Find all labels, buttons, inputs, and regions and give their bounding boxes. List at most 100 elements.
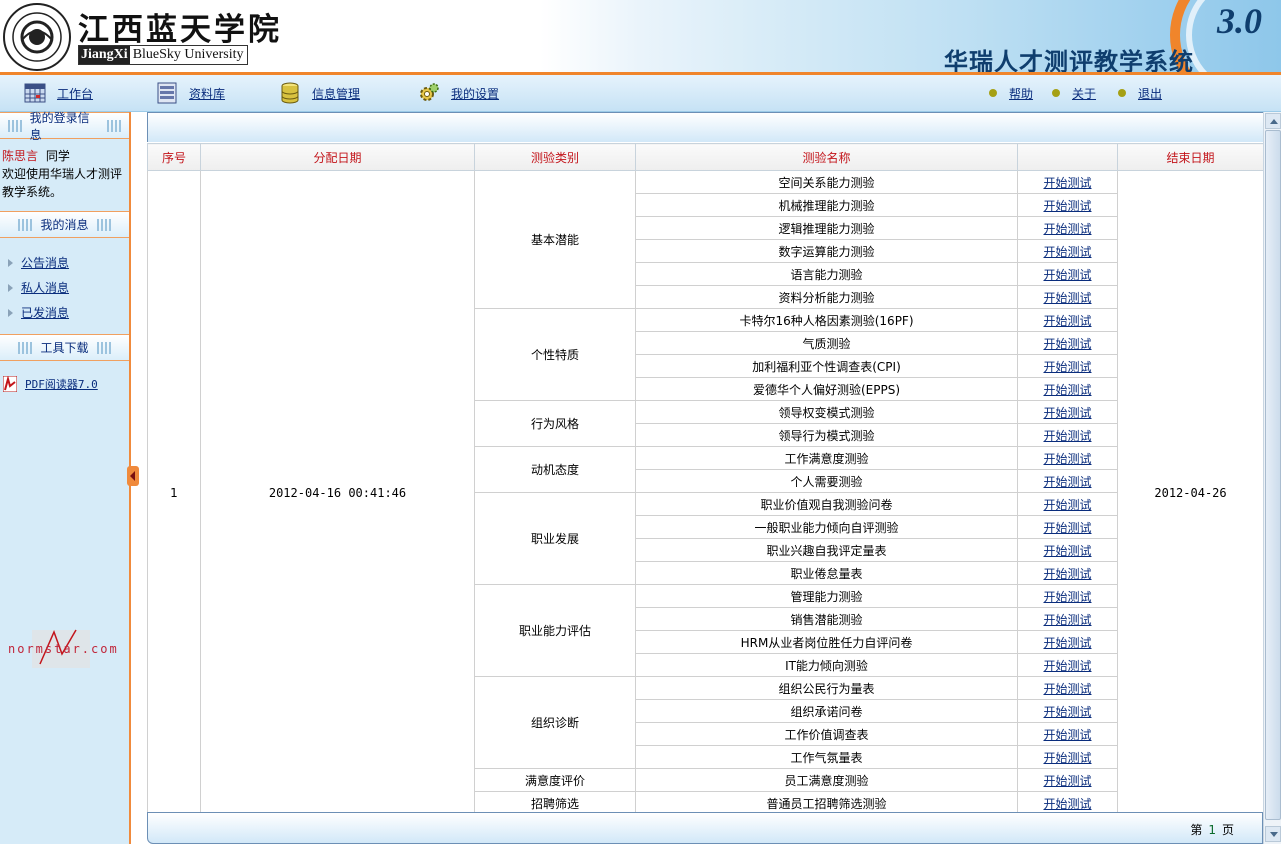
cell-action: 开始测试 xyxy=(1017,285,1118,309)
sidebar-pdf-reader-label[interactable]: PDF阅读器7.0 xyxy=(25,376,98,392)
cell-test-name: 领导权变模式测验 xyxy=(635,400,1018,424)
start-test-link[interactable]: 开始测试 xyxy=(1043,613,1091,627)
start-test-link[interactable]: 开始测试 xyxy=(1043,682,1091,696)
cell-action: 开始测试 xyxy=(1017,607,1118,631)
cell-action: 开始测试 xyxy=(1017,561,1118,585)
user-name: 陈思言 xyxy=(2,149,39,163)
start-test-link[interactable]: 开始测试 xyxy=(1043,544,1091,558)
cell-category: 组织诊断 xyxy=(474,676,636,769)
start-test-link[interactable]: 开始测试 xyxy=(1043,521,1091,535)
panel-bottom-bar: 第1页 xyxy=(147,812,1263,844)
nav-library-label[interactable]: 资料库 xyxy=(189,85,225,102)
start-test-link[interactable]: 开始测试 xyxy=(1043,268,1091,282)
cell-test-name: 领导行为模式测验 xyxy=(635,423,1018,447)
nav-item-info-management[interactable]: 信息管理 xyxy=(279,75,360,111)
sidebar-item-sent-messages[interactable]: 已发消息 xyxy=(8,304,69,321)
start-test-link[interactable]: 开始测试 xyxy=(1043,498,1091,512)
cell-test-name: 员工满意度测验 xyxy=(635,768,1018,792)
collapse-sidebar-icon[interactable] xyxy=(127,466,139,486)
start-test-link[interactable]: 开始测试 xyxy=(1043,728,1091,742)
nav-item-about[interactable]: 关于 xyxy=(1052,75,1096,111)
start-test-link[interactable]: 开始测试 xyxy=(1043,797,1091,811)
sidebar-announcements-label[interactable]: 公告消息 xyxy=(21,254,69,271)
sidebar-private-messages-label[interactable]: 私人消息 xyxy=(21,279,69,296)
settings-gear-icon xyxy=(420,83,439,101)
school-name-en-part2: BlueSky University xyxy=(129,46,247,64)
cell-test-name: 个人需要测验 xyxy=(635,469,1018,493)
start-test-link[interactable]: 开始测试 xyxy=(1043,590,1091,604)
cell-action: 开始测试 xyxy=(1017,193,1118,217)
start-test-link[interactable]: 开始测试 xyxy=(1043,176,1091,190)
top-nav: 工作台 资料库 信息管理 我的设置 帮助 关于 退出 xyxy=(0,75,1281,112)
nav-help-label[interactable]: 帮助 xyxy=(1009,85,1033,102)
cell-test-name: 卡特尔16种人格因素测验(16PF) xyxy=(635,308,1018,332)
vertical-scrollbar[interactable] xyxy=(1263,112,1281,844)
nav-workbench-label[interactable]: 工作台 xyxy=(57,85,93,102)
cell-action: 开始测试 xyxy=(1017,538,1118,562)
nav-settings-label[interactable]: 我的设置 xyxy=(451,85,499,102)
start-test-link[interactable]: 开始测试 xyxy=(1043,705,1091,719)
table-header-row: 序号 分配日期 测验类别 测验名称 结束日期 xyxy=(147,143,1264,171)
cell-test-name: 语言能力测验 xyxy=(635,262,1018,286)
sidebar-section-messages: 我的消息 xyxy=(0,211,129,238)
cell-test-name: 组织公民行为量表 xyxy=(635,676,1018,700)
start-test-link[interactable]: 开始测试 xyxy=(1043,383,1091,397)
cell-test-name: 加利福利亚个性调查表(CPI) xyxy=(635,354,1018,378)
normstar-watermark: normstar.com xyxy=(8,642,119,656)
start-test-link[interactable]: 开始测试 xyxy=(1043,406,1091,420)
arrow-right-icon xyxy=(8,283,13,292)
grip-icon xyxy=(96,341,111,354)
scroll-up-button[interactable] xyxy=(1265,113,1281,129)
start-test-link[interactable]: 开始测试 xyxy=(1043,636,1091,650)
sidebar-sent-messages-label[interactable]: 已发消息 xyxy=(21,304,69,321)
cell-category: 基本潜能 xyxy=(474,170,636,309)
sidebar-item-pdf-reader[interactable]: PDF阅读器7.0 xyxy=(3,376,98,392)
cell-test-name: 组织承诺问卷 xyxy=(635,699,1018,723)
nav-item-workbench[interactable]: 工作台 xyxy=(24,75,93,111)
nav-item-logout[interactable]: 退出 xyxy=(1118,75,1162,111)
scroll-down-button[interactable] xyxy=(1265,826,1281,842)
school-name-en-part1: JiangXi xyxy=(79,46,130,64)
nav-info-management-label[interactable]: 信息管理 xyxy=(312,85,360,102)
start-test-link[interactable]: 开始测试 xyxy=(1043,567,1091,581)
start-test-link[interactable]: 开始测试 xyxy=(1043,199,1091,213)
cell-action: 开始测试 xyxy=(1017,699,1118,723)
start-test-link[interactable]: 开始测试 xyxy=(1043,452,1091,466)
start-test-link[interactable]: 开始测试 xyxy=(1043,659,1091,673)
nav-item-help[interactable]: 帮助 xyxy=(989,75,1033,111)
start-test-link[interactable]: 开始测试 xyxy=(1043,360,1091,374)
sidebar-item-announcements[interactable]: 公告消息 xyxy=(8,254,69,271)
cell-action: 开始测试 xyxy=(1017,584,1118,608)
cell-action: 开始测试 xyxy=(1017,308,1118,332)
column-header-action xyxy=(1017,143,1118,171)
cell-action: 开始测试 xyxy=(1017,630,1118,654)
app-header: 江西蓝天学院 JiangXi BlueSky University 3.0 华瑞… xyxy=(0,0,1281,75)
start-test-link[interactable]: 开始测试 xyxy=(1043,751,1091,765)
column-header-index: 序号 xyxy=(147,143,201,171)
sidebar-item-private-messages[interactable]: 私人消息 xyxy=(8,279,69,296)
start-test-link[interactable]: 开始测试 xyxy=(1043,245,1091,259)
cell-test-name: HRM从业者岗位胜任力自评问卷 xyxy=(635,630,1018,654)
scrollbar-thumb[interactable] xyxy=(1265,130,1281,820)
start-test-link[interactable]: 开始测试 xyxy=(1043,429,1091,443)
bullet-icon xyxy=(1052,89,1060,97)
start-test-link[interactable]: 开始测试 xyxy=(1043,337,1091,351)
cell-action: 开始测试 xyxy=(1017,676,1118,700)
nav-logout-label[interactable]: 退出 xyxy=(1138,85,1162,102)
user-role: 同学 xyxy=(45,149,70,163)
version-label: 3.0 xyxy=(1217,1,1262,41)
panel-top-bar xyxy=(147,112,1263,142)
nav-about-label[interactable]: 关于 xyxy=(1072,85,1096,102)
start-test-link[interactable]: 开始测试 xyxy=(1043,475,1091,489)
nav-item-settings[interactable]: 我的设置 xyxy=(418,75,499,111)
start-test-link[interactable]: 开始测试 xyxy=(1043,222,1091,236)
start-test-link[interactable]: 开始测试 xyxy=(1043,774,1091,788)
start-test-link[interactable]: 开始测试 xyxy=(1043,314,1091,328)
cell-action: 开始测试 xyxy=(1017,239,1118,263)
start-test-link[interactable]: 开始测试 xyxy=(1043,291,1091,305)
pdf-icon xyxy=(3,376,17,392)
cell-test-name: 工作气氛量表 xyxy=(635,745,1018,769)
nav-item-library[interactable]: 资料库 xyxy=(156,75,225,111)
pager-current-page[interactable]: 1 xyxy=(1208,823,1216,837)
cell-index: 1 xyxy=(147,170,201,815)
